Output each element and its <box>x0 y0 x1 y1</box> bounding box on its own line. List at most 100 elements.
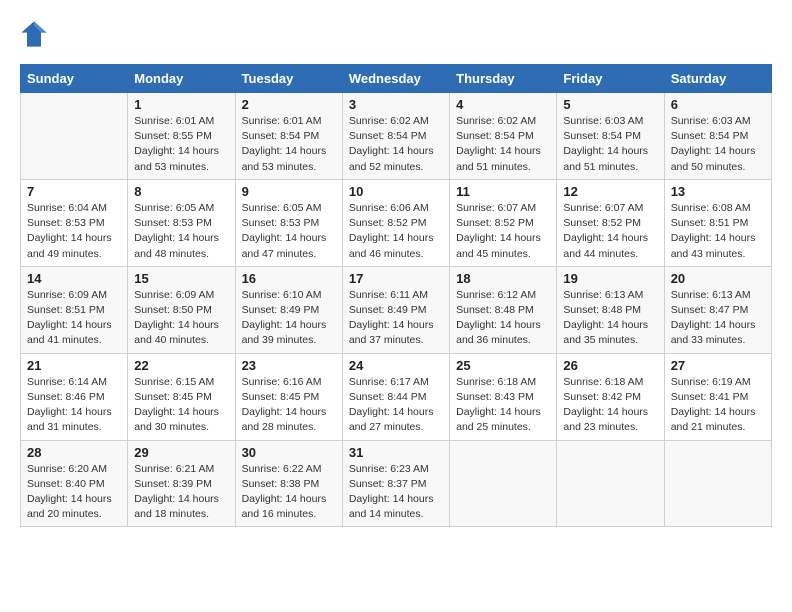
day-number: 25 <box>456 358 550 373</box>
calendar-cell: 28 Sunrise: 6:20 AMSunset: 8:40 PMDayligh… <box>21 440 128 527</box>
day-number: 2 <box>242 97 336 112</box>
page-header <box>20 20 772 48</box>
day-number: 19 <box>563 271 657 286</box>
calendar-cell: 17 Sunrise: 6:11 AMSunset: 8:49 PMDayligh… <box>342 266 449 353</box>
day-info: Sunrise: 6:19 AMSunset: 8:41 PMDaylight:… <box>671 375 765 436</box>
day-info: Sunrise: 6:09 AMSunset: 8:51 PMDaylight:… <box>27 288 121 349</box>
calendar-table: SundayMondayTuesdayWednesdayThursdayFrid… <box>20 64 772 527</box>
calendar-cell <box>664 440 771 527</box>
day-info: Sunrise: 6:17 AMSunset: 8:44 PMDaylight:… <box>349 375 443 436</box>
day-info: Sunrise: 6:06 AMSunset: 8:52 PMDaylight:… <box>349 201 443 262</box>
day-number: 24 <box>349 358 443 373</box>
calendar-cell: 31Sunrise: 6:23 AMSunset: 8:37 PMDayligh… <box>342 440 449 527</box>
calendar-cell: 9 Sunrise: 6:05 AMSunset: 8:53 PMDaylight… <box>235 179 342 266</box>
header-day-monday: Monday <box>128 65 235 93</box>
calendar-cell: 11 Sunrise: 6:07 AMSunset: 8:52 PMDayligh… <box>450 179 557 266</box>
calendar-cell: 26 Sunrise: 6:18 AMSunset: 8:42 PMDayligh… <box>557 353 664 440</box>
calendar-cell: 25 Sunrise: 6:18 AMSunset: 8:43 PMDayligh… <box>450 353 557 440</box>
day-number: 29 <box>134 445 228 460</box>
calendar-body: 1 Sunrise: 6:01 AMSunset: 8:55 PMDaylight… <box>21 93 772 527</box>
logo <box>20 20 52 48</box>
header-day-wednesday: Wednesday <box>342 65 449 93</box>
calendar-cell: 7Sunrise: 6:04 AMSunset: 8:53 PMDaylight… <box>21 179 128 266</box>
calendar-cell: 12Sunrise: 6:07 AMSunset: 8:52 PMDayligh… <box>557 179 664 266</box>
day-number: 28 <box>27 445 121 460</box>
calendar-cell: 29 Sunrise: 6:21 AMSunset: 8:39 PMDayligh… <box>128 440 235 527</box>
day-info: Sunrise: 6:03 AMSunset: 8:54 PMDaylight:… <box>563 114 657 175</box>
day-info: Sunrise: 6:22 AMSunset: 8:38 PMDaylight:… <box>242 462 336 523</box>
day-number: 22 <box>134 358 228 373</box>
calendar-cell: 18Sunrise: 6:12 AMSunset: 8:48 PMDayligh… <box>450 266 557 353</box>
calendar-cell: 21Sunrise: 6:14 AMSunset: 8:46 PMDayligh… <box>21 353 128 440</box>
header-day-thursday: Thursday <box>450 65 557 93</box>
day-info: Sunrise: 6:11 AMSunset: 8:49 PMDaylight:… <box>349 288 443 349</box>
calendar-cell <box>557 440 664 527</box>
day-info: Sunrise: 6:18 AMSunset: 8:43 PMDaylight:… <box>456 375 550 436</box>
calendar-cell <box>450 440 557 527</box>
day-info: Sunrise: 6:07 AMSunset: 8:52 PMDaylight:… <box>456 201 550 262</box>
calendar-cell: 14 Sunrise: 6:09 AMSunset: 8:51 PMDayligh… <box>21 266 128 353</box>
calendar-cell: 16Sunrise: 6:10 AMSunset: 8:49 PMDayligh… <box>235 266 342 353</box>
day-info: Sunrise: 6:03 AMSunset: 8:54 PMDaylight:… <box>671 114 765 175</box>
day-number: 31 <box>349 445 443 460</box>
calendar-cell: 23Sunrise: 6:16 AMSunset: 8:45 PMDayligh… <box>235 353 342 440</box>
day-info: Sunrise: 6:13 AMSunset: 8:47 PMDaylight:… <box>671 288 765 349</box>
calendar-week-1: 1 Sunrise: 6:01 AMSunset: 8:55 PMDaylight… <box>21 93 772 180</box>
calendar-cell: 22Sunrise: 6:15 AMSunset: 8:45 PMDayligh… <box>128 353 235 440</box>
day-number: 20 <box>671 271 765 286</box>
day-info: Sunrise: 6:09 AMSunset: 8:50 PMDaylight:… <box>134 288 228 349</box>
header-day-saturday: Saturday <box>664 65 771 93</box>
calendar-header: SundayMondayTuesdayWednesdayThursdayFrid… <box>21 65 772 93</box>
calendar-cell: 13 Sunrise: 6:08 AMSunset: 8:51 PMDayligh… <box>664 179 771 266</box>
day-info: Sunrise: 6:01 AMSunset: 8:54 PMDaylight:… <box>242 114 336 175</box>
day-number: 30 <box>242 445 336 460</box>
day-number: 26 <box>563 358 657 373</box>
calendar-week-4: 21Sunrise: 6:14 AMSunset: 8:46 PMDayligh… <box>21 353 772 440</box>
day-info: Sunrise: 6:13 AMSunset: 8:48 PMDaylight:… <box>563 288 657 349</box>
day-number: 5 <box>563 97 657 112</box>
day-number: 16 <box>242 271 336 286</box>
day-info: Sunrise: 6:05 AMSunset: 8:53 PMDaylight:… <box>242 201 336 262</box>
day-info: Sunrise: 6:01 AMSunset: 8:55 PMDaylight:… <box>134 114 228 175</box>
day-info: Sunrise: 6:12 AMSunset: 8:48 PMDaylight:… <box>456 288 550 349</box>
day-number: 15 <box>134 271 228 286</box>
calendar-cell: 3 Sunrise: 6:02 AMSunset: 8:54 PMDaylight… <box>342 93 449 180</box>
day-number: 11 <box>456 184 550 199</box>
day-number: 12 <box>563 184 657 199</box>
day-info: Sunrise: 6:02 AMSunset: 8:54 PMDaylight:… <box>349 114 443 175</box>
day-number: 7 <box>27 184 121 199</box>
day-number: 13 <box>671 184 765 199</box>
header-day-friday: Friday <box>557 65 664 93</box>
day-number: 9 <box>242 184 336 199</box>
calendar-cell: 1 Sunrise: 6:01 AMSunset: 8:55 PMDaylight… <box>128 93 235 180</box>
calendar-cell: 15 Sunrise: 6:09 AMSunset: 8:50 PMDayligh… <box>128 266 235 353</box>
calendar-week-3: 14 Sunrise: 6:09 AMSunset: 8:51 PMDayligh… <box>21 266 772 353</box>
calendar-cell: 6 Sunrise: 6:03 AMSunset: 8:54 PMDaylight… <box>664 93 771 180</box>
calendar-cell: 27 Sunrise: 6:19 AMSunset: 8:41 PMDayligh… <box>664 353 771 440</box>
calendar-cell: 2 Sunrise: 6:01 AMSunset: 8:54 PMDaylight… <box>235 93 342 180</box>
day-number: 4 <box>456 97 550 112</box>
day-number: 1 <box>134 97 228 112</box>
calendar-cell: 5 Sunrise: 6:03 AMSunset: 8:54 PMDaylight… <box>557 93 664 180</box>
day-number: 8 <box>134 184 228 199</box>
calendar-cell: 8Sunrise: 6:05 AMSunset: 8:53 PMDaylight… <box>128 179 235 266</box>
day-number: 14 <box>27 271 121 286</box>
day-info: Sunrise: 6:18 AMSunset: 8:42 PMDaylight:… <box>563 375 657 436</box>
calendar-cell <box>21 93 128 180</box>
calendar-cell: 24 Sunrise: 6:17 AMSunset: 8:44 PMDayligh… <box>342 353 449 440</box>
day-number: 3 <box>349 97 443 112</box>
day-info: Sunrise: 6:08 AMSunset: 8:51 PMDaylight:… <box>671 201 765 262</box>
day-info: Sunrise: 6:16 AMSunset: 8:45 PMDaylight:… <box>242 375 336 436</box>
calendar-week-5: 28 Sunrise: 6:20 AMSunset: 8:40 PMDayligh… <box>21 440 772 527</box>
day-info: Sunrise: 6:14 AMSunset: 8:46 PMDaylight:… <box>27 375 121 436</box>
day-number: 10 <box>349 184 443 199</box>
day-number: 6 <box>671 97 765 112</box>
calendar-week-2: 7Sunrise: 6:04 AMSunset: 8:53 PMDaylight… <box>21 179 772 266</box>
calendar-cell: 20 Sunrise: 6:13 AMSunset: 8:47 PMDayligh… <box>664 266 771 353</box>
day-info: Sunrise: 6:20 AMSunset: 8:40 PMDaylight:… <box>27 462 121 523</box>
day-info: Sunrise: 6:21 AMSunset: 8:39 PMDaylight:… <box>134 462 228 523</box>
header-row: SundayMondayTuesdayWednesdayThursdayFrid… <box>21 65 772 93</box>
header-day-tuesday: Tuesday <box>235 65 342 93</box>
day-number: 27 <box>671 358 765 373</box>
day-number: 17 <box>349 271 443 286</box>
